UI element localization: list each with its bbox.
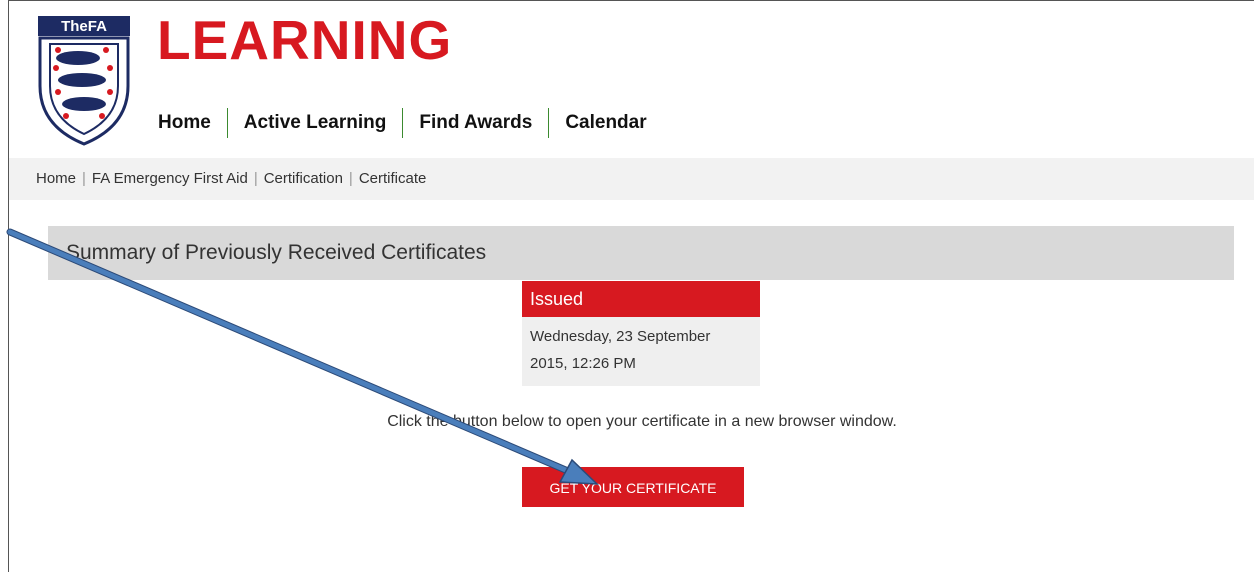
nav-calendar[interactable]: Calendar	[548, 108, 662, 138]
logo-text: TheFA	[61, 18, 107, 35]
issued-date-line2: 2015, 12:26 PM	[530, 355, 636, 372]
breadcrumb-certification[interactable]: Certification	[264, 170, 343, 187]
breadcrumb-separator: |	[82, 170, 86, 187]
instruction-text-content: Click the button below to open your cert…	[387, 413, 897, 430]
summary-title: Summary of Previously Received Certifica…	[66, 241, 487, 264]
issued-date: Wednesday, 23 September 2015, 12:26 PM	[522, 317, 760, 386]
breadcrumb-home[interactable]: Home	[36, 170, 76, 187]
get-certificate-button[interactable]: GET YOUR CERTIFICATE	[522, 467, 744, 507]
breadcrumb-course[interactable]: FA Emergency First Aid	[92, 170, 248, 187]
nav-find-awards[interactable]: Find Awards	[402, 108, 548, 138]
brand-title: LEARNING	[157, 9, 453, 71]
issued-date-line1: Wednesday, 23 September	[530, 328, 711, 345]
main-nav: Home Active Learning Find Awards Calenda…	[158, 108, 663, 138]
nav-active-learning[interactable]: Active Learning	[226, 108, 403, 138]
breadcrumb-separator: |	[348, 170, 353, 187]
issued-label: Issued	[522, 281, 760, 317]
fa-crest-logo[interactable]: TheFA	[36, 16, 132, 146]
breadcrumb-separator: |	[253, 170, 258, 187]
breadcrumb: Home | FA Emergency First Aid | Certificatio…	[9, 158, 1254, 200]
nav-home[interactable]: Home	[158, 108, 227, 138]
breadcrumb-certificate: Certificate	[358, 170, 427, 187]
summary-header: Summary of Previously Received Certifica…	[48, 226, 1234, 280]
instruction-text: Click the button below to open your cert…	[0, 413, 1254, 431]
issued-card: Issued Wednesday, 23 September 2015, 12:…	[522, 281, 760, 386]
